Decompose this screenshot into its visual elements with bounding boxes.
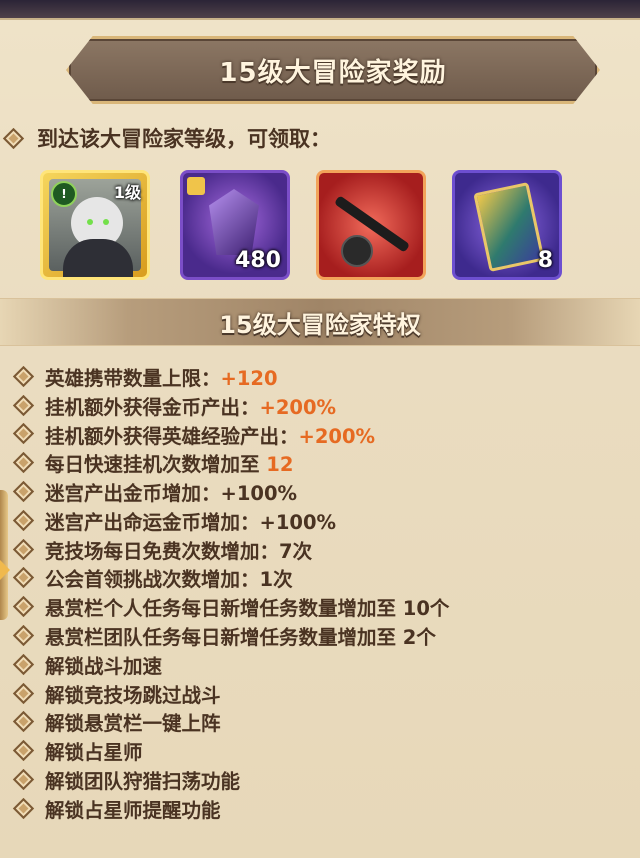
privilege-item: 迷宫产出金币增加：+100%: [12, 477, 636, 506]
diamond-bullet-icon: [12, 365, 35, 387]
page-title: 15级大冒险家奖励: [219, 57, 447, 88]
crystal-quantity: 480: [235, 248, 281, 273]
diamond-bullet-icon: [12, 480, 35, 503]
privilege-title: 15级大冒险家特权: [219, 310, 421, 339]
crystal-icon: [209, 189, 259, 255]
privilege-value: +120: [220, 366, 278, 390]
privilege-item: 悬赏栏团队任务每日新增任务数量增加至 2个: [12, 621, 636, 650]
privilege-label: 竞技场每日免费次数增加：7次: [45, 539, 313, 563]
privilege-item: 英雄携带数量上限：+120: [12, 362, 636, 391]
left-edge-tab[interactable]: [0, 490, 8, 620]
diamond-bullet-icon: [12, 797, 35, 819]
privilege-item: 公会首领挑战次数增加：1次: [12, 564, 636, 593]
privilege-label: 挂机额外获得英雄经验产出：: [45, 424, 299, 448]
left-arrow-icon[interactable]: [0, 560, 10, 580]
privilege-label: 公会首领挑战次数增加：1次: [45, 568, 293, 592]
privilege-label: 迷宫产出命运金币增加：+100%: [45, 510, 337, 534]
diamond-bullet-icon: [12, 740, 35, 762]
tarot-card-icon: [473, 182, 545, 272]
privilege-item: 挂机额外获得英雄经验产出：+200%: [12, 420, 636, 449]
diamond-bullet-icon: [12, 624, 35, 647]
privilege-label: 悬赏栏团队任务每日新增任务数量增加至 2个: [45, 626, 436, 650]
privilege-item: 解锁悬赏栏一键上阵: [12, 708, 636, 737]
diamond-bullet-icon: [12, 653, 35, 675]
privilege-item: 解锁战斗加速: [12, 650, 636, 679]
privilege-label: 解锁战斗加速: [45, 654, 163, 678]
privilege-item: 悬赏栏个人任务每日新增任务数量增加至 10个: [12, 592, 636, 621]
privilege-item: 解锁占星师提醒功能: [12, 794, 636, 823]
privilege-label: 解锁竞技场跳过战斗: [45, 683, 221, 707]
diamond-bullet-icon: [12, 682, 35, 704]
diamond-bullet-icon: [12, 768, 35, 791]
privilege-value: +200%: [259, 395, 337, 419]
privilege-banner: 15级大冒险家特权: [0, 298, 640, 346]
weapon-head-icon: [341, 235, 373, 267]
privilege-label: 解锁悬赏栏一键上阵: [45, 712, 221, 736]
hero-eye-left: [87, 219, 93, 225]
privilege-item: 解锁竞技场跳过战斗: [12, 679, 636, 708]
reward-hero-card[interactable]: ! 1级: [40, 170, 150, 280]
privilege-label: 挂机额外获得金币产出：: [45, 395, 260, 419]
privilege-value: 12: [266, 453, 294, 477]
diamond-bullet-icon: [12, 596, 35, 618]
hero-level-label: 1级: [113, 183, 141, 202]
privilege-label: 每日快速挂机次数增加至: [45, 453, 267, 477]
privilege-item: 迷宫产出命运金币增加：+100%: [12, 506, 636, 535]
diamond-bullet-icon: [12, 567, 35, 589]
hero-eye-right: [103, 219, 109, 225]
privilege-item: 解锁团队狩猎扫荡功能: [12, 765, 636, 794]
privilege-label: 解锁团队狩猎扫荡功能: [45, 770, 241, 794]
requirement-line: 到达该大冒险家等级，可领取：: [2, 124, 331, 152]
diamond-bullet-icon: [12, 394, 35, 416]
reward-crystal-shard[interactable]: 480: [180, 170, 290, 280]
privilege-label: 悬赏栏个人任务每日新增任务数量增加至 10个: [45, 597, 450, 621]
privilege-value: +200%: [298, 424, 376, 448]
diamond-bullet-icon: [12, 711, 35, 733]
diamond-bullet-icon: [12, 452, 35, 474]
puzzle-piece-icon: [187, 177, 205, 195]
privilege-label: 迷宫产出金币增加：+100%: [45, 482, 298, 506]
tarot-card-quantity: 8: [537, 248, 553, 273]
reward-weapon[interactable]: [316, 170, 426, 280]
privilege-item: 竞技场每日免费次数增加：7次: [12, 535, 636, 564]
privilege-label: 英雄携带数量上限：: [45, 366, 221, 390]
diamond-bullet-icon: [2, 127, 25, 149]
privilege-item: 每日快速挂机次数增加至 12: [12, 448, 636, 477]
diamond-bullet-icon: [12, 423, 35, 445]
privilege-label: 解锁占星师: [45, 741, 143, 765]
diamond-bullet-icon: [12, 509, 35, 531]
privilege-item: 解锁占星师: [12, 736, 636, 765]
requirement-text: 到达该大冒险家等级，可领取：: [37, 127, 331, 151]
title-banner: 15级大冒险家奖励: [66, 36, 600, 104]
privilege-list: 英雄携带数量上限：+120 挂机额外获得金币产出：+200% 挂机额外获得英雄经…: [12, 362, 636, 823]
diamond-bullet-icon: [12, 538, 35, 560]
privilege-item: 挂机额外获得金币产出：+200%: [12, 391, 636, 420]
hero-body: [63, 239, 133, 277]
reward-tarot-card[interactable]: 8: [452, 170, 562, 280]
privilege-label: 解锁占星师提醒功能: [45, 798, 221, 822]
faction-badge-icon: !: [51, 181, 77, 207]
